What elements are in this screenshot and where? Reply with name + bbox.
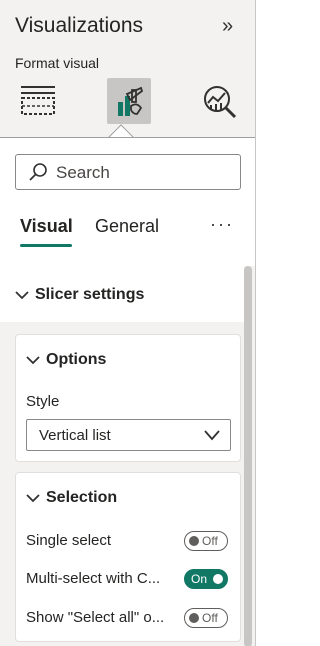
options-card: Options Style Vertical list [15,334,241,462]
scrollbar[interactable] [244,266,252,646]
slicer-settings-header[interactable]: Slicer settings [15,286,144,304]
selection-header[interactable]: Selection [26,489,117,507]
toggle-state: Off [202,534,218,548]
visualizations-pane: Visualizations » Format visual Search Vi… [0,0,256,646]
tab-visual[interactable]: Visual [20,216,73,237]
format-tabs: Visual General ··· [20,214,245,247]
search-input[interactable]: Search [15,154,241,190]
pane-title: Visualizations [15,14,144,37]
analytics-icon[interactable] [197,78,241,124]
options-header[interactable]: Options [26,351,106,369]
chevron-down-icon [204,430,220,441]
select-all-label: Show "Select all" o... [26,609,165,626]
collapse-pane-icon[interactable]: » [222,14,233,38]
chevron-down-icon [15,291,29,300]
settings-scroll-area: Slicer settings Options Style Vertical l… [0,266,255,646]
toggle-state: Off [202,611,218,625]
format-visual-label: Format visual [15,55,100,71]
toggle-state: On [191,572,208,586]
multi-select-label: Multi-select with C... [26,570,161,587]
format-visual-icon[interactable] [107,78,151,124]
search-placeholder: Search [56,163,110,182]
toggle-knob [213,574,223,584]
chevron-down-icon [26,494,40,503]
select-all-toggle[interactable]: Off [184,608,228,628]
selection-card: Selection Single select Off Multi-select… [15,472,241,642]
multi-select-toggle[interactable]: On [184,569,228,589]
active-tab-indicator [20,244,72,247]
slicer-settings-label: Slicer settings [35,286,145,303]
toggle-knob [189,613,199,623]
options-title: Options [46,351,107,368]
style-dropdown-value: Vertical list [39,427,111,444]
format-pane-body: Search Visual General ··· Slicer setting… [0,137,255,646]
style-label: Style [26,393,60,410]
search-icon [29,163,47,181]
tab-general[interactable]: General [95,216,159,237]
style-dropdown[interactable]: Vertical list [26,419,231,451]
more-options-icon[interactable]: ··· [210,214,234,235]
single-select-toggle[interactable]: Off [184,531,228,551]
pane-header: Visualizations » Format visual [0,0,255,143]
chevron-down-icon [26,356,40,365]
single-select-label: Single select [26,532,112,549]
build-visual-icon[interactable] [16,78,60,124]
toggle-knob [189,536,199,546]
selection-title: Selection [46,489,118,506]
